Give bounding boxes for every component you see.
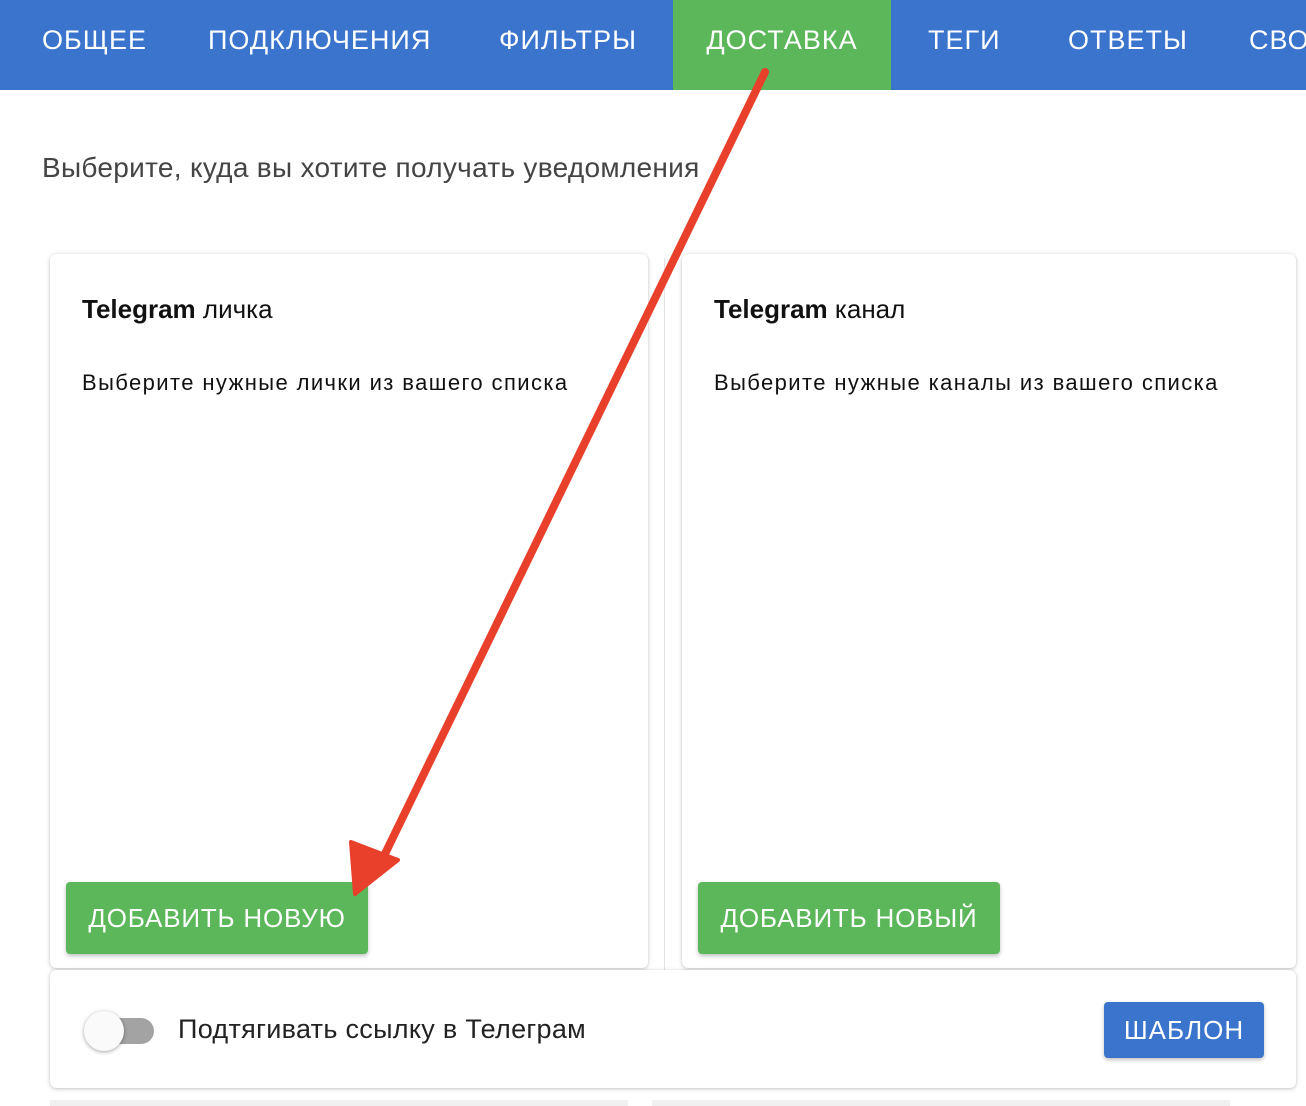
template-button[interactable]: ШАБЛОН — [1104, 1002, 1264, 1058]
add-new-channel-button[interactable]: ДОБАВИТЬ НОВЫЙ — [698, 882, 1000, 954]
top-navigation: ОБЩЕЕ ПОДКЛЮЧЕНИЯ ФИЛЬТРЫ ДОСТАВКА ТЕГИ … — [0, 0, 1306, 90]
card-divider — [664, 258, 665, 970]
tab-general[interactable]: ОБЩЕЕ — [42, 0, 147, 90]
tab-delivery[interactable]: ДОСТАВКА — [673, 0, 891, 90]
tab-tags[interactable]: ТЕГИ — [928, 0, 1001, 90]
tab-connections[interactable]: ПОДКЛЮЧЕНИЯ — [208, 0, 431, 90]
tab-properties[interactable]: СВО — [1249, 0, 1306, 90]
card-title: Telegram канал — [714, 294, 905, 325]
card-title-type: личка — [202, 294, 273, 324]
page-subtitle: Выберите, куда вы хотите получать уведом… — [42, 152, 700, 183]
tab-replies[interactable]: ОТВЕТЫ — [1068, 0, 1188, 90]
toggle-label: Подтягивать ссылку в Телеграм — [178, 1014, 587, 1044]
card-title-type: канал — [834, 294, 906, 324]
toggle-knob[interactable] — [84, 1011, 124, 1051]
card-description: Выберите нужные лички из вашего списка — [82, 370, 569, 395]
card-title-brand: Telegram — [82, 294, 196, 324]
card-description: Выберите нужные каналы из вашего списка — [714, 370, 1219, 395]
next-card-edge — [652, 1100, 1230, 1106]
next-card-edge — [50, 1100, 628, 1106]
card-title-brand: Telegram — [714, 294, 828, 324]
tab-filters[interactable]: ФИЛЬТРЫ — [499, 0, 637, 90]
telegram-channel-card: Telegram канал Выберите нужные каналы из… — [682, 254, 1296, 968]
telegram-private-card: Telegram личка Выберите нужные лички из … — [50, 254, 648, 968]
add-new-private-button[interactable]: ДОБАВИТЬ НОВУЮ — [66, 882, 368, 954]
card-title: Telegram личка — [82, 294, 273, 325]
